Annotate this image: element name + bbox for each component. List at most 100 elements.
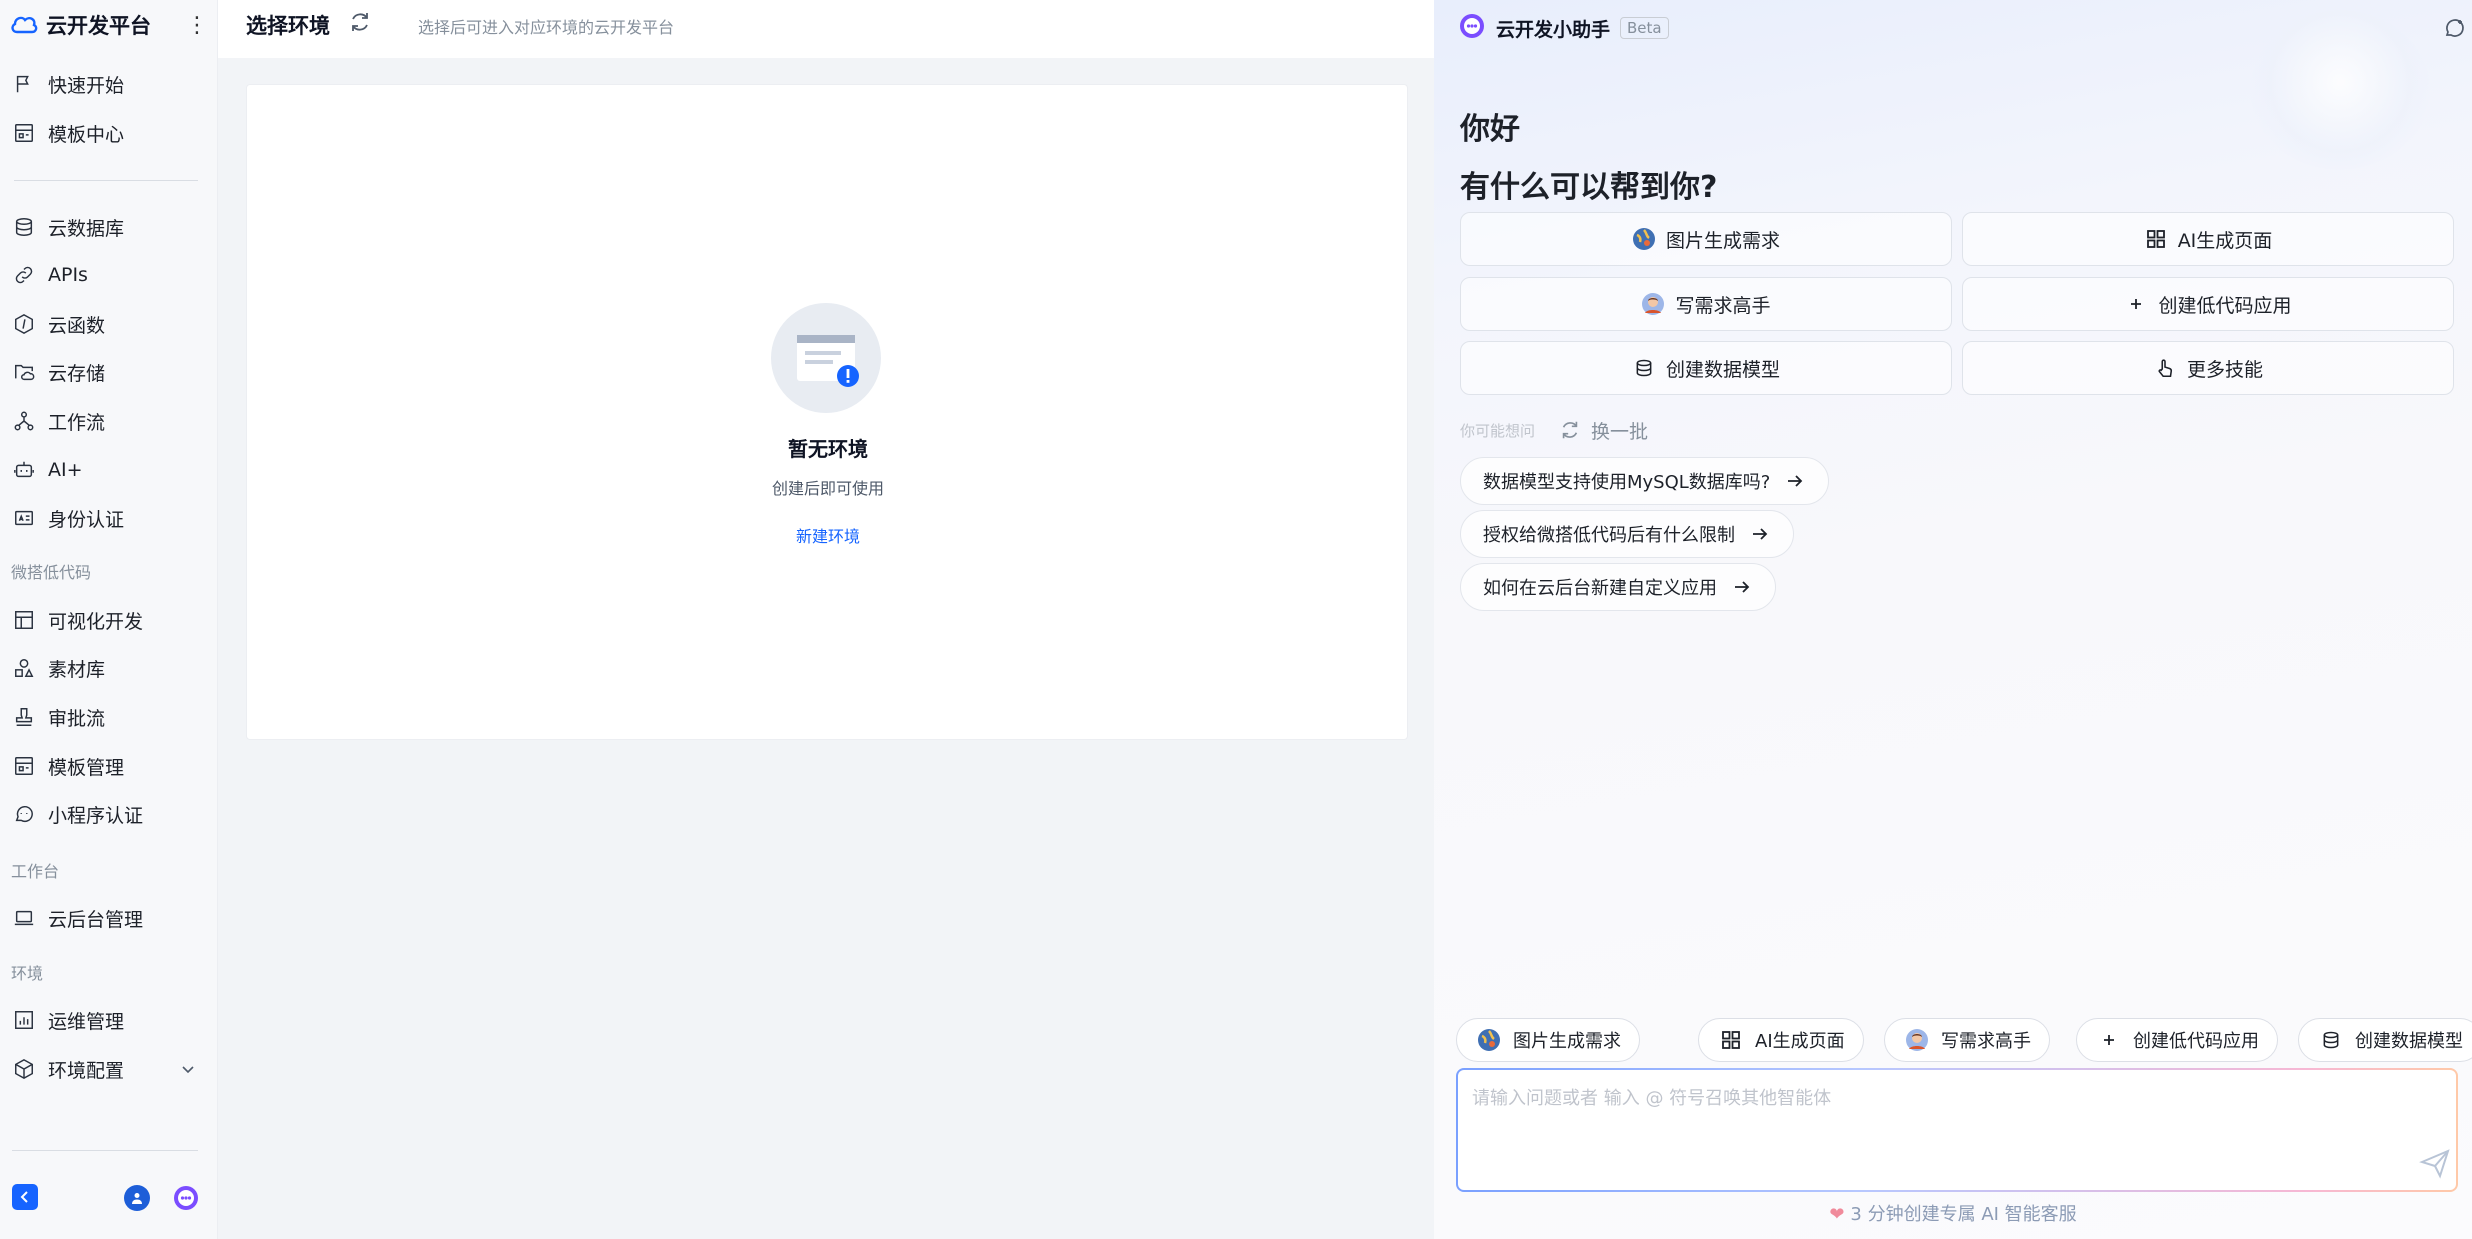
swap-batch-button[interactable]: 换一批 xyxy=(1559,417,1648,444)
sidebar-item-label: 云存储 xyxy=(48,362,106,385)
sidebar-item-database[interactable]: 云数据库 xyxy=(0,205,218,249)
page-subtitle: 选择后可进入对应环境的云开发平台 xyxy=(418,18,675,37)
sidebar-item-storage[interactable]: 云存储 xyxy=(0,350,218,394)
group-label-lowcode: 微搭低代码 xyxy=(11,563,92,582)
sidebar-item-ai[interactable]: AI+ xyxy=(0,448,218,492)
sidebar-item-auth[interactable]: 身份认证 xyxy=(0,496,218,540)
sidebar-item-apis[interactable]: APIs xyxy=(0,253,218,297)
skill-image-generation[interactable]: 图片生成需求 xyxy=(1460,212,1952,266)
skill-label: 创建低代码应用 xyxy=(2158,294,2292,317)
sidebar-item-label: APIs xyxy=(48,264,88,286)
chip-requirement-writer[interactable]: 写需求高手 xyxy=(1884,1018,2050,1062)
help-prompt: 有什么可以帮到你? xyxy=(1460,170,1718,205)
sidebar-item-functions[interactable]: 云函数 xyxy=(0,302,218,346)
environment-card: 暂无环境 创建后即可使用 新建环境 xyxy=(246,84,1408,740)
promo-link[interactable]: ❤ 3 分钟创建专属 AI 智能客服 xyxy=(1434,1200,2472,1226)
sidebar-item-workflow[interactable]: 工作流 xyxy=(0,399,218,443)
chip-label: 创建数据模型 xyxy=(2355,1031,2463,1052)
new-chat-icon[interactable] xyxy=(2442,16,2466,40)
create-environment-link[interactable]: 新建环境 xyxy=(247,523,1409,547)
database-icon xyxy=(1632,356,1656,380)
suggestions-label: 你可能想问 xyxy=(1460,421,1536,440)
suggested-question[interactable]: 如何在云后台新建自定义应用 xyxy=(1460,563,1776,611)
skill-label: 更多技能 xyxy=(2186,358,2263,381)
grid-icon xyxy=(2144,227,2168,251)
laptop-icon xyxy=(12,906,36,930)
sidebar-item-template-center[interactable]: 模板中心 xyxy=(0,111,218,155)
sidebar-item-quickstart[interactable]: 快速开始 xyxy=(0,62,218,106)
user-avatar-button[interactable] xyxy=(124,1185,150,1211)
grid-icon xyxy=(1719,1028,1743,1052)
refresh-icon[interactable] xyxy=(348,10,372,34)
stamp-icon xyxy=(12,705,36,729)
chip-create-lowcode-app[interactable]: 创建低代码应用 xyxy=(2076,1018,2278,1062)
bot-icon xyxy=(174,1186,198,1210)
sidebar-item-approval[interactable]: 审批流 xyxy=(0,695,218,739)
sidebar-item-materials[interactable]: 素材库 xyxy=(0,646,218,690)
divider xyxy=(12,1150,198,1151)
page-header: 选择环境 选择后可进入对应环境的云开发平台 xyxy=(218,0,1434,58)
question-text: 如何在云后台新建自定义应用 xyxy=(1483,578,1717,599)
flag-icon xyxy=(12,72,36,96)
sidebar-item-label: 云后台管理 xyxy=(48,908,144,931)
link-icon xyxy=(12,263,36,287)
brand-title: 云开发平台 xyxy=(46,14,151,38)
chevron-left-icon xyxy=(20,1191,28,1203)
chat-input-box xyxy=(1456,1068,2458,1192)
sidebar-item-label: 模板管理 xyxy=(48,756,125,779)
sidebar-item-visual-dev[interactable]: 可视化开发 xyxy=(0,598,218,642)
skill-label: AI生成页面 xyxy=(2177,229,2273,252)
chart-icon xyxy=(12,1008,36,1032)
sidebar-item-label: 身份认证 xyxy=(48,508,125,531)
sidebar-item-label: 小程序认证 xyxy=(48,804,144,827)
template-icon xyxy=(12,121,36,145)
suggested-question[interactable]: 授权给微搭低代码后有什么限制 xyxy=(1460,510,1794,558)
sidebar-item-label: AI+ xyxy=(48,459,83,481)
sidebar-item-label: 审批流 xyxy=(48,707,106,730)
assistant-header: 云开发小助手 Beta xyxy=(1458,12,2464,44)
sidebar-item-cloud-admin[interactable]: 云后台管理 xyxy=(0,896,218,940)
assistant-bot-button[interactable] xyxy=(172,1184,200,1212)
skill-more[interactable]: 更多技能 xyxy=(1962,341,2454,395)
settings-cube-icon xyxy=(12,1057,36,1081)
brand[interactable]: 云开发平台 ⋮ xyxy=(10,8,210,42)
empty-subtitle: 创建后即可使用 xyxy=(771,479,884,498)
arrow-right-icon xyxy=(1788,475,1803,487)
sidebar-item-ops[interactable]: 运维管理 xyxy=(0,998,218,1042)
sidebar-footer xyxy=(0,1150,218,1151)
more-vertical-icon[interactable]: ⋮ xyxy=(186,10,208,40)
skill-label: 图片生成需求 xyxy=(1665,229,1780,252)
sidebar-item-env-config[interactable]: 环境配置 xyxy=(0,1047,218,1091)
empty-title: 暂无环境 xyxy=(788,437,868,461)
skill-ai-page[interactable]: AI生成页面 xyxy=(1962,212,2454,266)
layout-icon xyxy=(12,608,36,632)
chip-ai-page[interactable]: AI生成页面 xyxy=(1698,1018,1864,1062)
sidebar-item-label: 工作流 xyxy=(48,411,106,434)
suggested-question[interactable]: 数据模型支持使用MySQL数据库吗? xyxy=(1460,457,1830,505)
send-icon[interactable] xyxy=(2418,1146,2452,1180)
sidebar-item-template-manage[interactable]: 模板管理 xyxy=(0,744,218,788)
chevron-down-icon[interactable] xyxy=(178,1059,198,1079)
group-label-workbench: 工作台 xyxy=(11,862,60,881)
person-avatar-icon xyxy=(1641,292,1665,316)
chip-label: AI生成页面 xyxy=(1755,1031,1845,1052)
id-card-icon xyxy=(12,506,36,530)
sidebar-item-label: 云函数 xyxy=(48,314,106,337)
chip-create-data-model[interactable]: 创建数据模型 xyxy=(2298,1018,2472,1062)
skill-requirement-writer[interactable]: 写需求高手 xyxy=(1460,277,1952,331)
cloud-logo-icon xyxy=(10,11,38,39)
chat-input[interactable] xyxy=(1472,1084,2372,1174)
pointer-icon xyxy=(2153,356,2177,380)
sidebar-item-miniprogram[interactable]: 小程序认证 xyxy=(0,792,218,836)
database-icon xyxy=(2319,1028,2343,1052)
collapse-sidebar-button[interactable] xyxy=(12,1184,38,1210)
chip-image-generation[interactable]: 图片生成需求 xyxy=(1456,1018,1640,1062)
skill-create-lowcode-app[interactable]: 创建低代码应用 xyxy=(1962,277,2454,331)
sidebar-item-label: 云数据库 xyxy=(48,217,125,240)
sidebar: 云开发平台 ⋮ 快速开始 模板中心 云数据库 APIs 云函数 云存储 工作流 … xyxy=(0,0,218,1239)
assistant-panel: 云开发小助手 Beta 你好 有什么可以帮到你? 图片生成需求 AI生成页面 写… xyxy=(1434,0,2472,1239)
skill-create-data-model[interactable]: 创建数据模型 xyxy=(1460,341,1952,395)
suggestions-header: 你可能想问 换一批 xyxy=(1460,417,1648,444)
plus-icon xyxy=(2124,292,2148,316)
globe-avatar-icon xyxy=(1477,1028,1501,1052)
